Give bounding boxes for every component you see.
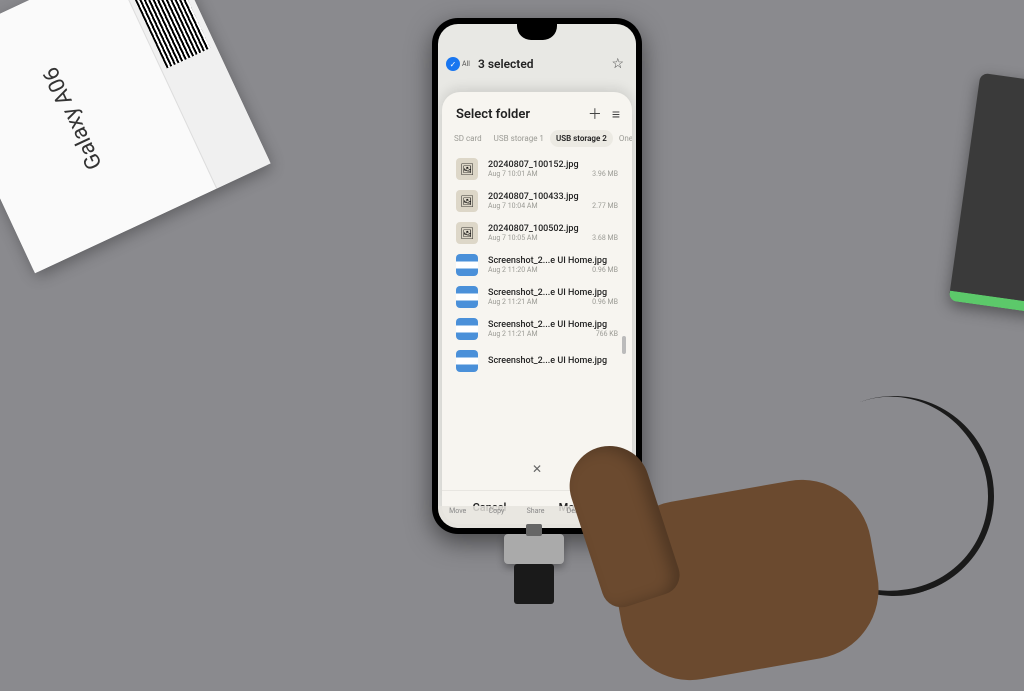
selection-bar: ✓ All 3 selected ☆ <box>438 52 636 80</box>
file-row[interactable]: Screenshot_2...e UI Home.jpgAug 2 11:20 … <box>442 249 632 281</box>
file-thumbnail: 🖼 <box>456 222 478 244</box>
selection-count: 3 selected <box>478 57 534 71</box>
usb-adapter <box>504 534 564 564</box>
storage-tabs: SD card USB storage 1 USB storage 2 OneD… <box>442 130 632 153</box>
close-icon[interactable]: ✕ <box>532 462 542 476</box>
product-box: Galaxy A06 <box>0 0 271 273</box>
file-size: 3.68 MB <box>592 234 618 242</box>
file-size: 766 KB <box>596 330 618 338</box>
file-date: Aug 7 10:01 AM <box>488 170 538 178</box>
file-thumbnail <box>456 254 478 276</box>
select-all-label: All <box>462 60 470 68</box>
file-row[interactable]: Screenshot_2...e UI Home.jpgAug 2 11:21 … <box>442 281 632 313</box>
file-name: Screenshot_2...e UI Home.jpg <box>488 320 618 330</box>
new-folder-icon[interactable]: ＋ <box>588 104 602 124</box>
file-row[interactable]: Screenshot_2...e UI Home.jpgAug 2 11:21 … <box>442 313 632 345</box>
file-row[interactable]: 🖼 20240807_100502.jpgAug 7 10:05 AM 3.68 M… <box>442 217 632 249</box>
file-name: Screenshot_2...e UI Home.jpg <box>488 356 618 366</box>
modal-title: Select folder <box>456 107 530 122</box>
file-name: 20240807_100433.jpg <box>488 192 618 202</box>
sort-icon[interactable]: ≡ <box>612 106 620 123</box>
favorite-icon[interactable]: ☆ <box>611 56 624 72</box>
file-date: Aug 2 11:20 AM <box>488 266 538 274</box>
file-date: Aug 7 10:05 AM <box>488 234 538 242</box>
tab-usb-2[interactable]: USB storage 2 <box>550 130 613 147</box>
file-thumbnail: 🖼 <box>456 158 478 180</box>
file-size: 0.96 MB <box>592 298 618 306</box>
product-name: Galaxy A06 <box>38 62 107 172</box>
tab-sd-card[interactable]: SD card <box>448 130 488 147</box>
file-row[interactable]: 🖼 20240807_100152.jpgAug 7 10:01 AM 3.96 M… <box>442 153 632 185</box>
file-date: Aug 2 11:21 AM <box>488 298 538 306</box>
file-size: 3.96 MB <box>592 170 618 178</box>
bottom-action[interactable]: Share <box>527 507 545 515</box>
scrollbar[interactable] <box>622 336 626 354</box>
bottom-action[interactable]: Move <box>449 507 466 515</box>
file-size: 2.77 MB <box>592 202 618 210</box>
file-date: Aug 7 10:04 AM <box>488 202 538 210</box>
tab-usb-1[interactable]: USB storage 1 <box>488 130 550 147</box>
file-name: Screenshot_2...e UI Home.jpg <box>488 288 618 298</box>
file-name: 20240807_100152.jpg <box>488 160 618 170</box>
file-row[interactable]: Screenshot_2...e UI Home.jpg <box>442 345 632 377</box>
file-date: Aug 2 11:21 AM <box>488 330 538 338</box>
tab-onedrive[interactable]: OneDrive <box>613 130 632 147</box>
bottom-action[interactable]: Copy <box>489 507 505 515</box>
select-all-checkbox[interactable]: ✓ <box>446 57 460 71</box>
file-row[interactable]: 🖼 20240807_100433.jpgAug 7 10:04 AM 2.77 M… <box>442 185 632 217</box>
file-name: 20240807_100502.jpg <box>488 224 618 234</box>
file-thumbnail <box>456 286 478 308</box>
file-name: Screenshot_2...e UI Home.jpg <box>488 256 618 266</box>
file-thumbnail: 🖼 <box>456 190 478 212</box>
power-bank <box>949 73 1024 317</box>
file-list[interactable]: 🖼 20240807_100152.jpgAug 7 10:01 AM 3.96 M… <box>442 153 632 490</box>
file-size: 0.96 MB <box>592 266 618 274</box>
file-thumbnail <box>456 318 478 340</box>
file-thumbnail <box>456 350 478 372</box>
